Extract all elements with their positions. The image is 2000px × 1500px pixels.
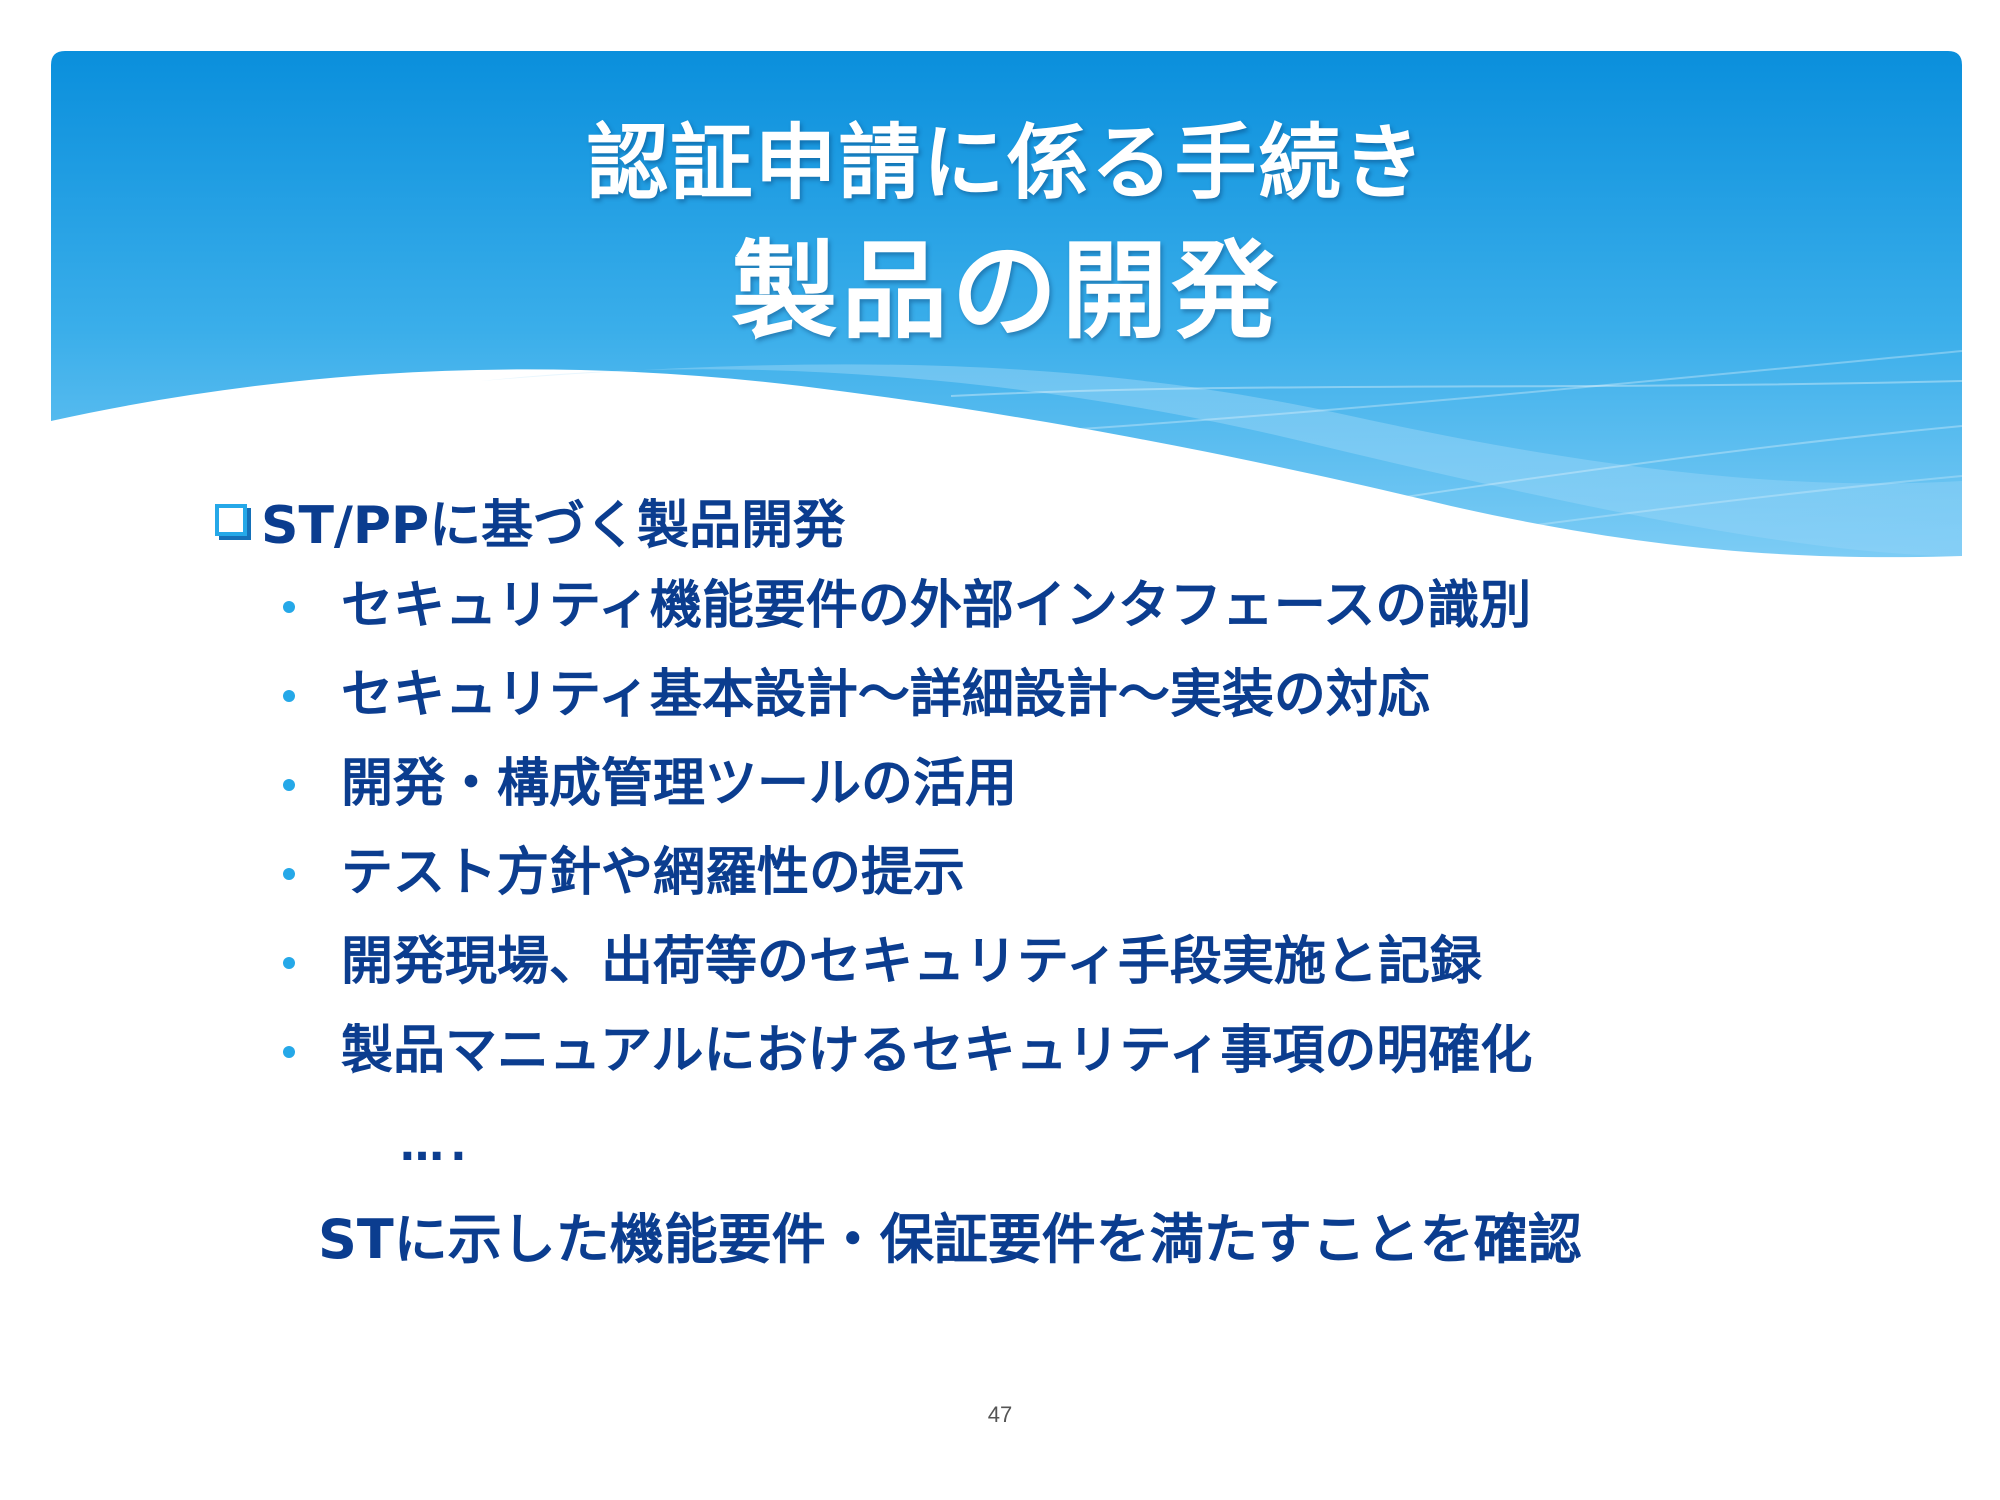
list-item: テスト方針や網羅性の提示	[215, 829, 1815, 918]
list-item: セキュリティ機能要件の外部インタフェースの識別	[215, 562, 1815, 651]
square-checkbox-icon	[215, 504, 247, 536]
list-item-text: セキュリティ基本設計～詳細設計～実装の対応	[341, 665, 1430, 725]
bullet-dot-icon	[283, 1045, 295, 1058]
bullet-dot-icon	[283, 689, 295, 702]
slide-subtitle: 製品の開発	[731, 228, 1282, 353]
list-item-text: テスト方針や網羅性の提示	[341, 843, 966, 903]
bullet-dot-icon	[283, 600, 295, 613]
slide-title: 認証申請に係る手続き	[586, 115, 1427, 211]
bullet-dot-icon	[283, 778, 295, 791]
bullet-dot-icon	[283, 956, 295, 969]
list-item-text: 開発・構成管理ツールの活用	[341, 754, 1018, 814]
list-item: 開発現場、出荷等のセキュリティ手段実施と記録	[215, 918, 1815, 1007]
list-item: 製品マニュアルにおけるセキュリティ事項の明確化	[215, 1007, 1815, 1096]
list-item: 開発・構成管理ツールの活用	[215, 740, 1815, 829]
section-heading: ST/PPに基づく製品開発	[215, 478, 1815, 562]
bullet-dot-icon	[283, 867, 295, 880]
conclusion-text: STに示した機能要件・保証要件を満たすことを確認	[318, 1208, 1582, 1271]
slide-content: ST/PPに基づく製品開発 セキュリティ機能要件の外部インタフェースの識別 セキ…	[215, 478, 1815, 1096]
list-item-text: 開発現場、出荷等のセキュリティ手段実施と記録	[341, 932, 1482, 992]
bullet-list: セキュリティ機能要件の外部インタフェースの識別 セキュリティ基本設計～詳細設計～…	[215, 562, 1815, 1096]
page-number: 47	[987, 1402, 1013, 1427]
slide: 認証申請に係る手続き 製品の開発 ST/PPに基づく製品開発 セキュリティ機能要…	[0, 0, 2000, 1500]
list-item-text: セキュリティ機能要件の外部インタフェースの識別	[341, 576, 1532, 636]
ellipsis: ….	[400, 1120, 473, 1171]
list-item: セキュリティ基本設計～詳細設計～実装の対応	[215, 651, 1815, 740]
list-item-text: 製品マニュアルにおけるセキュリティ事項の明確化	[341, 1021, 1533, 1081]
section-heading-text: ST/PPに基づく製品開発	[261, 495, 846, 556]
